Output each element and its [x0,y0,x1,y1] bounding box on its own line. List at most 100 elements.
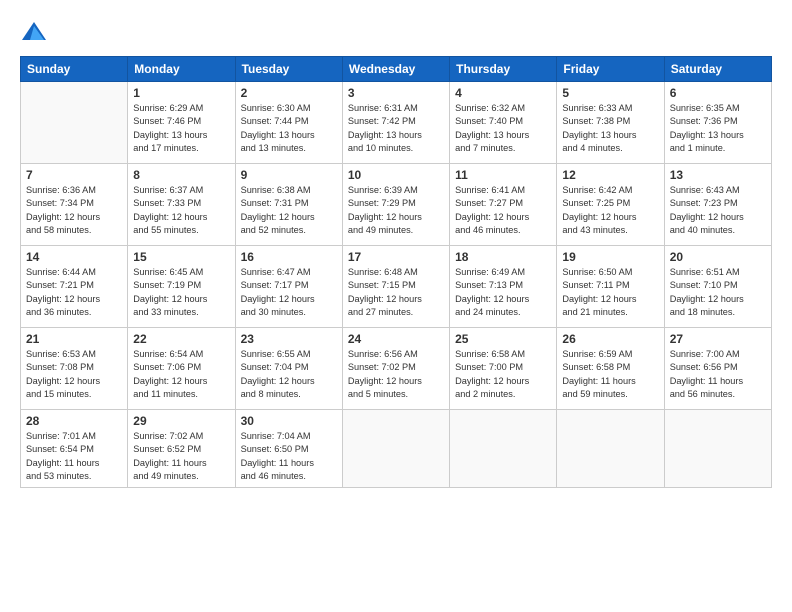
day-info: Sunrise: 6:33 AMSunset: 7:38 PMDaylight:… [562,102,658,155]
calendar-cell: 24 Sunrise: 6:56 AMSunset: 7:02 PMDayligh… [342,328,449,410]
day-number: 18 [455,250,551,264]
day-number: 7 [26,168,122,182]
header [20,18,772,46]
week-row-2: 7 Sunrise: 6:36 AMSunset: 7:34 PMDaylight… [21,164,772,246]
calendar-cell: 2Sunrise: 6:30 AMSunset: 7:44 PMDaylight… [235,82,342,164]
day-info: Sunrise: 7:01 AMSunset: 6:54 PMDaylight:… [26,430,122,483]
calendar-cell: 20 Sunrise: 6:51 AMSunset: 7:10 PMDayligh… [664,246,771,328]
calendar-cell: 16 Sunrise: 6:47 AMSunset: 7:17 PMDayligh… [235,246,342,328]
week-row-4: 21 Sunrise: 6:53 AMSunset: 7:08 PMDayligh… [21,328,772,410]
day-info: Sunrise: 6:41 AMSunset: 7:27 PMDaylight:… [455,184,551,237]
day-info: Sunrise: 6:48 AMSunset: 7:15 PMDaylight:… [348,266,444,319]
weekday-header-sunday: Sunday [21,57,128,82]
calendar-cell: 6Sunrise: 6:35 AMSunset: 7:36 PMDaylight… [664,82,771,164]
day-info: Sunrise: 6:58 AMSunset: 7:00 PMDaylight:… [455,348,551,401]
day-info: Sunrise: 6:36 AMSunset: 7:34 PMDaylight:… [26,184,122,237]
day-info: Sunrise: 6:37 AMSunset: 7:33 PMDaylight:… [133,184,229,237]
calendar-cell: 27 Sunrise: 7:00 AMSunset: 6:56 PMDayligh… [664,328,771,410]
calendar-cell: 3Sunrise: 6:31 AMSunset: 7:42 PMDaylight… [342,82,449,164]
weekday-header-friday: Friday [557,57,664,82]
day-number: 9 [241,168,337,182]
calendar-cell: 7 Sunrise: 6:36 AMSunset: 7:34 PMDaylight… [21,164,128,246]
calendar-cell: 23 Sunrise: 6:55 AMSunset: 7:04 PMDayligh… [235,328,342,410]
calendar-cell: 18 Sunrise: 6:49 AMSunset: 7:13 PMDayligh… [450,246,557,328]
day-number: 12 [562,168,658,182]
day-number: 15 [133,250,229,264]
day-info: Sunrise: 6:32 AMSunset: 7:40 PMDaylight:… [455,102,551,155]
day-number: 24 [348,332,444,346]
day-info: Sunrise: 6:30 AMSunset: 7:44 PMDaylight:… [241,102,337,155]
calendar-cell [342,410,449,488]
week-row-1: 1 Sunrise: 6:29 AMSunset: 7:46 PMDaylight… [21,82,772,164]
logo-icon [20,18,48,46]
day-info: Sunrise: 6:38 AMSunset: 7:31 PMDaylight:… [241,184,337,237]
day-info: Sunrise: 6:45 AMSunset: 7:19 PMDaylight:… [133,266,229,319]
day-info: Sunrise: 6:53 AMSunset: 7:08 PMDaylight:… [26,348,122,401]
calendar-cell: 19 Sunrise: 6:50 AMSunset: 7:11 PMDayligh… [557,246,664,328]
day-info: Sunrise: 7:02 AMSunset: 6:52 PMDaylight:… [133,430,229,483]
weekday-header-saturday: Saturday [664,57,771,82]
day-number: 10 [348,168,444,182]
calendar-cell [450,410,557,488]
day-info: Sunrise: 6:50 AMSunset: 7:11 PMDaylight:… [562,266,658,319]
week-row-5: 28 Sunrise: 7:01 AMSunset: 6:54 PMDayligh… [21,410,772,488]
day-number: 23 [241,332,337,346]
calendar-cell: 15 Sunrise: 6:45 AMSunset: 7:19 PMDayligh… [128,246,235,328]
day-number: 20 [670,250,766,264]
calendar-cell: 10 Sunrise: 6:39 AMSunset: 7:29 PMDayligh… [342,164,449,246]
day-number: 21 [26,332,122,346]
day-number: 14 [26,250,122,264]
day-info: Sunrise: 6:49 AMSunset: 7:13 PMDaylight:… [455,266,551,319]
page: SundayMondayTuesdayWednesdayThursdayFrid… [0,0,792,612]
day-number: 17 [348,250,444,264]
calendar-cell: 28 Sunrise: 7:01 AMSunset: 6:54 PMDayligh… [21,410,128,488]
day-info: Sunrise: 6:55 AMSunset: 7:04 PMDaylight:… [241,348,337,401]
day-number: 16 [241,250,337,264]
calendar-cell: 13Sunrise: 6:43 AMSunset: 7:23 PMDayligh… [664,164,771,246]
day-info: Sunrise: 6:47 AMSunset: 7:17 PMDaylight:… [241,266,337,319]
calendar-cell [557,410,664,488]
calendar-cell: 25 Sunrise: 6:58 AMSunset: 7:00 PMDayligh… [450,328,557,410]
calendar-cell [21,82,128,164]
calendar-cell [664,410,771,488]
day-info: Sunrise: 6:29 AMSunset: 7:46 PMDaylight:… [133,102,229,155]
day-number: 1 [133,86,229,100]
day-number: 4 [455,86,551,100]
day-info: Sunrise: 6:56 AMSunset: 7:02 PMDaylight:… [348,348,444,401]
weekday-header-wednesday: Wednesday [342,57,449,82]
day-info: Sunrise: 7:04 AMSunset: 6:50 PMDaylight:… [241,430,337,483]
day-info: Sunrise: 6:43 AMSunset: 7:23 PMDaylight:… [670,184,766,237]
day-number: 29 [133,414,229,428]
calendar-cell: 21 Sunrise: 6:53 AMSunset: 7:08 PMDayligh… [21,328,128,410]
day-number: 25 [455,332,551,346]
calendar-cell: 29 Sunrise: 7:02 AMSunset: 6:52 PMDayligh… [128,410,235,488]
calendar-cell: 30 Sunrise: 7:04 AMSunset: 6:50 PMDayligh… [235,410,342,488]
day-info: Sunrise: 6:54 AMSunset: 7:06 PMDaylight:… [133,348,229,401]
day-number: 5 [562,86,658,100]
day-number: 11 [455,168,551,182]
day-number: 6 [670,86,766,100]
weekday-header-tuesday: Tuesday [235,57,342,82]
calendar-cell: 26 Sunrise: 6:59 AMSunset: 6:58 PMDayligh… [557,328,664,410]
day-number: 30 [241,414,337,428]
day-number: 26 [562,332,658,346]
day-info: Sunrise: 6:51 AMSunset: 7:10 PMDaylight:… [670,266,766,319]
day-number: 28 [26,414,122,428]
day-number: 19 [562,250,658,264]
calendar-cell: 11 Sunrise: 6:41 AMSunset: 7:27 PMDayligh… [450,164,557,246]
day-info: Sunrise: 6:44 AMSunset: 7:21 PMDaylight:… [26,266,122,319]
day-info: Sunrise: 6:39 AMSunset: 7:29 PMDaylight:… [348,184,444,237]
calendar: SundayMondayTuesdayWednesdayThursdayFrid… [20,56,772,488]
day-info: Sunrise: 6:42 AMSunset: 7:25 PMDaylight:… [562,184,658,237]
weekday-header-monday: Monday [128,57,235,82]
calendar-cell: 5 Sunrise: 6:33 AMSunset: 7:38 PMDaylight… [557,82,664,164]
day-number: 8 [133,168,229,182]
day-info: Sunrise: 6:31 AMSunset: 7:42 PMDaylight:… [348,102,444,155]
calendar-cell: 12 Sunrise: 6:42 AMSunset: 7:25 PMDayligh… [557,164,664,246]
day-number: 27 [670,332,766,346]
calendar-cell: 14 Sunrise: 6:44 AMSunset: 7:21 PMDayligh… [21,246,128,328]
calendar-cell: 22Sunrise: 6:54 AMSunset: 7:06 PMDayligh… [128,328,235,410]
day-info: Sunrise: 6:59 AMSunset: 6:58 PMDaylight:… [562,348,658,401]
calendar-cell: 1 Sunrise: 6:29 AMSunset: 7:46 PMDaylight… [128,82,235,164]
day-info: Sunrise: 7:00 AMSunset: 6:56 PMDaylight:… [670,348,766,401]
